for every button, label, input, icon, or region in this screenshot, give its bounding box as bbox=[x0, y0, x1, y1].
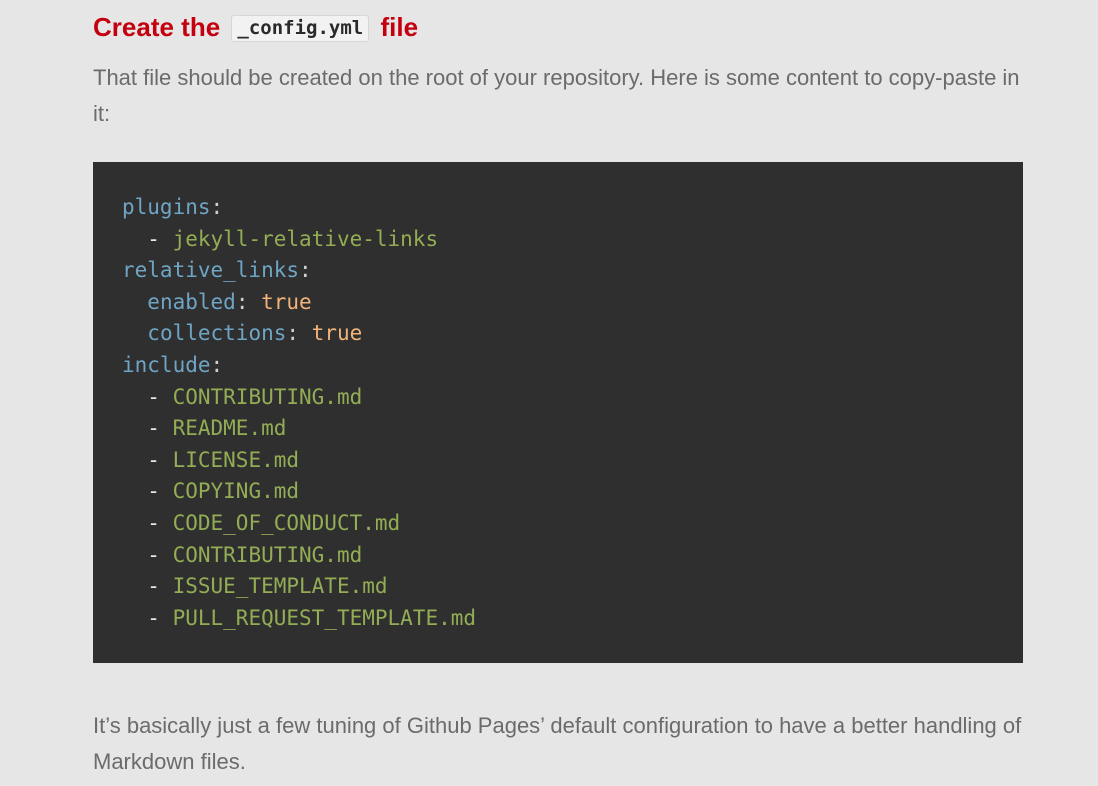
code-string: PULL_REQUEST_TEMPLATE.md bbox=[172, 605, 477, 630]
code-line: - PULL_REQUEST_TEMPLATE.md bbox=[122, 603, 1023, 635]
code-key: collections bbox=[147, 321, 287, 346]
code-string: CODE_OF_CONDUCT.md bbox=[172, 510, 401, 535]
code-line: - CONTRIBUTING.md bbox=[122, 382, 1023, 414]
code-line: plugins: bbox=[122, 192, 1023, 224]
code-punctuation: : bbox=[210, 195, 224, 219]
code-key: relative_links bbox=[122, 258, 300, 283]
code-list-dash: - bbox=[147, 416, 173, 441]
code-line: collections: true bbox=[122, 318, 1023, 350]
yaml-code-block[interactable]: plugins: - jekyll-relative-links relative… bbox=[93, 162, 1023, 663]
code-string: ISSUE_TEMPLATE.md bbox=[172, 574, 388, 599]
code-list-dash: - bbox=[147, 542, 173, 567]
section-heading: Create the _config.yml file bbox=[93, 10, 418, 45]
code-punctuation: : bbox=[235, 289, 262, 314]
code-punctuation: : bbox=[299, 258, 312, 283]
code-list-dash: - bbox=[147, 479, 173, 504]
heading-text-before: Create the bbox=[93, 12, 228, 42]
code-list-dash: - bbox=[147, 574, 173, 599]
code-list-dash: - bbox=[147, 226, 173, 251]
code-list-dash: - bbox=[147, 605, 173, 630]
code-string: CONTRIBUTING.md bbox=[172, 542, 363, 567]
code-list-dash: - bbox=[147, 510, 173, 535]
code-line: relative_links: bbox=[122, 255, 1023, 287]
code-punctuation: : bbox=[286, 321, 312, 346]
code-line: - README.md bbox=[122, 413, 1023, 445]
code-key: include bbox=[122, 352, 211, 377]
intro-paragraph: That file should be created on the root … bbox=[93, 65, 1020, 126]
code-line: include: bbox=[122, 350, 1023, 382]
code-string: CONTRIBUTING.md bbox=[172, 384, 363, 409]
code-string: COPYING.md bbox=[172, 479, 300, 504]
code-punctuation: : bbox=[210, 352, 224, 377]
code-boolean: true bbox=[261, 289, 312, 314]
code-key: plugins bbox=[122, 195, 211, 219]
code-line: - COPYING.md bbox=[122, 476, 1023, 508]
code-line: - CONTRIBUTING.md bbox=[122, 540, 1023, 572]
code-string: LICENSE.md bbox=[172, 447, 300, 472]
code-string: jekyll-relative-links bbox=[172, 226, 439, 251]
code-line: - ISSUE_TEMPLATE.md bbox=[122, 571, 1023, 603]
code-key: enabled bbox=[147, 289, 236, 314]
heading-inline-code: _config.yml bbox=[231, 15, 370, 42]
code-line: - CODE_OF_CONDUCT.md bbox=[122, 508, 1023, 540]
code-line: - LICENSE.md bbox=[122, 445, 1023, 477]
code-list-dash: - bbox=[147, 447, 173, 472]
code-boolean: true bbox=[311, 321, 363, 346]
code-string: README.md bbox=[172, 416, 287, 441]
outro-paragraph: It’s basically just a few tuning of Gith… bbox=[93, 713, 1022, 774]
code-line: - jekyll-relative-links bbox=[122, 224, 1023, 256]
heading-text-after: file bbox=[373, 12, 419, 42]
code-list-dash: - bbox=[147, 384, 173, 409]
code-line: enabled: true bbox=[122, 287, 1023, 319]
